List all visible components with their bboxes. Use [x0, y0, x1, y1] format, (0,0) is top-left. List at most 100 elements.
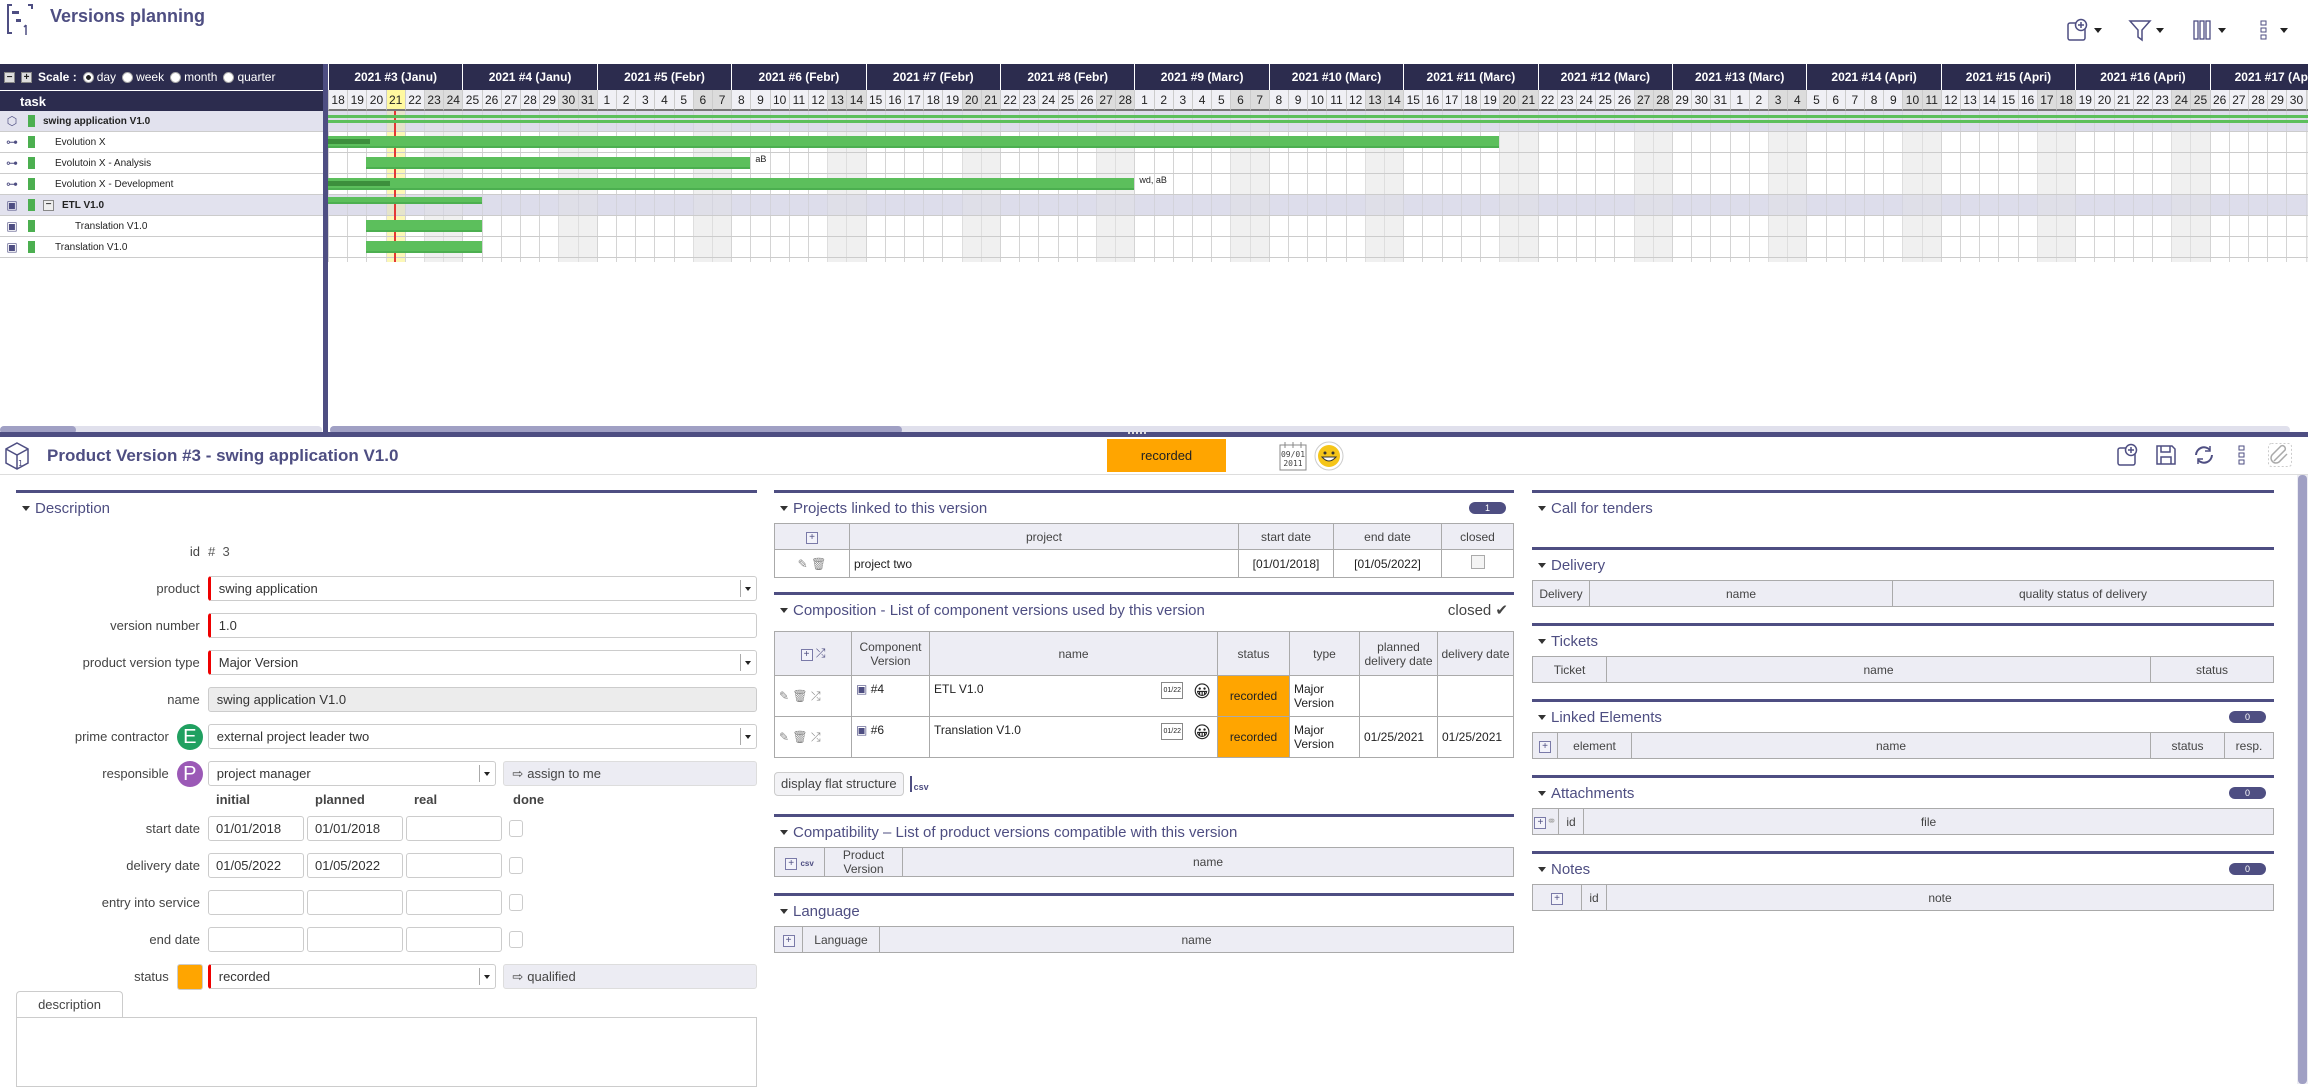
- refresh-icon[interactable]: [2192, 443, 2216, 467]
- tab-description[interactable]: description: [16, 991, 123, 1018]
- summary-bar[interactable]: [328, 120, 2308, 123]
- initial-date-input[interactable]: 01/05/2022: [208, 853, 304, 878]
- add-note-button[interactable]: +: [1551, 893, 1563, 905]
- display-flat-structure-button[interactable]: display flat structure: [774, 772, 904, 796]
- collapse-icon[interactable]: −: [43, 199, 54, 211]
- section-header[interactable]: Description: [16, 493, 757, 523]
- responsible-select[interactable]: project manager: [207, 761, 497, 786]
- section-header[interactable]: Composition - List of component versions…: [774, 595, 1514, 625]
- save-icon[interactable]: [2154, 443, 2178, 467]
- scale-month-radio[interactable]: month: [170, 70, 217, 84]
- table-row[interactable]: ✎ 🗑 project two [01/01/2018] [01/05/2022]: [774, 549, 1514, 578]
- chevron-down-icon[interactable]: [740, 728, 756, 745]
- more-icon[interactable]: [2230, 443, 2254, 467]
- planned-date-input[interactable]: 01/01/2018: [307, 816, 403, 841]
- add-project-button[interactable]: +: [806, 532, 818, 544]
- add-language-button[interactable]: +: [782, 935, 795, 947]
- add-compatibility-button[interactable]: +: [785, 857, 798, 870]
- initial-date-input[interactable]: [208, 927, 304, 952]
- section-header[interactable]: Call for tenders: [1532, 493, 2274, 523]
- done-checkbox[interactable]: [509, 894, 523, 911]
- task-row[interactable]: ⊶ Evolution X - Development: [0, 174, 323, 195]
- edit-icon[interactable]: ✎: [798, 557, 808, 571]
- shuffle-icon[interactable]: ⤮: [816, 646, 826, 660]
- version-type-select[interactable]: Major Version: [207, 650, 757, 675]
- closed-checkbox[interactable]: [1470, 555, 1485, 569]
- attachment-icon[interactable]: [2268, 443, 2292, 467]
- task-row[interactable]: ▣ Translation V1.0: [0, 216, 323, 237]
- done-checkbox[interactable]: [509, 931, 523, 948]
- show-closed-toggle[interactable]: closed ✔: [1448, 601, 1508, 619]
- status-select[interactable]: recorded: [207, 964, 497, 989]
- section-header[interactable]: Compatibility – List of product versions…: [774, 817, 1514, 847]
- next-status-button[interactable]: ⇨ qualified: [503, 964, 758, 989]
- chevron-down-icon[interactable]: [479, 968, 495, 985]
- real-date-input[interactable]: [406, 853, 502, 878]
- task-row[interactable]: ▣ Translation V1.0: [0, 237, 323, 258]
- csv-export-icon[interactable]: csv: [800, 859, 813, 868]
- section-header[interactable]: Tickets: [1532, 626, 2274, 656]
- task-bar[interactable]: [328, 136, 1500, 148]
- task-row[interactable]: ⬡ swing application V1.0: [0, 111, 323, 132]
- task-bar[interactable]: [328, 178, 1135, 190]
- delete-icon[interactable]: 🗑: [792, 689, 807, 703]
- section-header[interactable]: Projects linked to this version 1: [774, 493, 1514, 523]
- chevron-down-icon[interactable]: [479, 765, 495, 782]
- csv-export-icon[interactable]: csv: [909, 776, 931, 792]
- initial-date-input[interactable]: 01/01/2018: [208, 816, 304, 841]
- edit-icon[interactable]: ✎: [779, 730, 789, 744]
- section-header[interactable]: Notes 0: [1532, 854, 2274, 884]
- description-editor[interactable]: [16, 1017, 757, 1087]
- real-date-input[interactable]: [406, 927, 502, 952]
- columns-button[interactable]: [2190, 18, 2226, 42]
- chevron-down-icon[interactable]: [740, 580, 756, 597]
- task-row[interactable]: ▣ − ETL V1.0: [0, 195, 323, 216]
- product-select[interactable]: swing application: [207, 576, 757, 601]
- real-date-input[interactable]: [406, 816, 502, 841]
- shuffle-icon[interactable]: ⤮: [811, 689, 821, 703]
- table-row[interactable]: ✎ 🗑 ⤮ ▣ #4 ETL V1.0 01/22 😀 recorded Major Ver…: [774, 675, 1514, 717]
- task-row[interactable]: ⊶ Evolutoin X - Analysis: [0, 153, 323, 174]
- expand-all-button[interactable]: +: [21, 71, 32, 83]
- collapse-all-button[interactable]: −: [4, 71, 15, 83]
- add-link-button[interactable]: +: [1539, 741, 1551, 753]
- section-header[interactable]: Delivery: [1532, 550, 2274, 580]
- initial-date-input[interactable]: [208, 890, 304, 915]
- planned-date-input[interactable]: [307, 927, 403, 952]
- version-number-input[interactable]: 1.0: [207, 613, 757, 638]
- task-bar[interactable]: [328, 197, 482, 204]
- delete-icon[interactable]: 🗑: [792, 730, 807, 744]
- task-bar[interactable]: [366, 241, 482, 253]
- new-item-icon[interactable]: [2116, 443, 2140, 467]
- task-bar[interactable]: [366, 220, 482, 232]
- delete-icon[interactable]: 🗑: [811, 557, 826, 571]
- add-component-button[interactable]: +: [800, 649, 813, 661]
- add-attachment-button[interactable]: +: [1534, 817, 1547, 829]
- scale-quarter-radio[interactable]: quarter: [223, 70, 275, 84]
- shuffle-icon[interactable]: ⤮: [811, 730, 821, 744]
- section-header[interactable]: Linked Elements 0: [1532, 702, 2274, 732]
- chevron-down-icon[interactable]: [740, 654, 756, 671]
- filter-button[interactable]: [2128, 18, 2164, 42]
- assign-to-me-button[interactable]: ⇨ assign to me: [503, 761, 758, 786]
- scrollbar-thumb[interactable]: [2298, 475, 2307, 1084]
- scale-day-radio[interactable]: day: [82, 70, 116, 84]
- planned-date-input[interactable]: [307, 890, 403, 915]
- done-checkbox[interactable]: [509, 857, 523, 874]
- summary-bar[interactable]: [328, 115, 2308, 118]
- task-bar[interactable]: [366, 157, 751, 169]
- task-row[interactable]: ⊶ Evolution X: [0, 132, 323, 153]
- real-date-input[interactable]: [406, 890, 502, 915]
- detail-scrollbar[interactable]: [2297, 475, 2308, 1084]
- section-header[interactable]: Attachments 0: [1532, 778, 2274, 808]
- prime-contractor-select[interactable]: external project leader two: [207, 724, 757, 749]
- section-header[interactable]: Language: [774, 896, 1514, 926]
- edit-icon[interactable]: ✎: [779, 689, 789, 703]
- name-input[interactable]: swing application V1.0: [207, 687, 757, 712]
- link-icon[interactable]: ⚭: [1546, 814, 1556, 828]
- more-options-button[interactable]: [2252, 18, 2288, 42]
- scale-week-radio[interactable]: week: [122, 70, 164, 84]
- table-row[interactable]: ✎ 🗑 ⤮ ▣ #6 Translation V1.0 01/22 😀 recorded M…: [774, 716, 1514, 758]
- planned-date-input[interactable]: 01/05/2022: [307, 853, 403, 878]
- new-item-button[interactable]: [2066, 18, 2102, 42]
